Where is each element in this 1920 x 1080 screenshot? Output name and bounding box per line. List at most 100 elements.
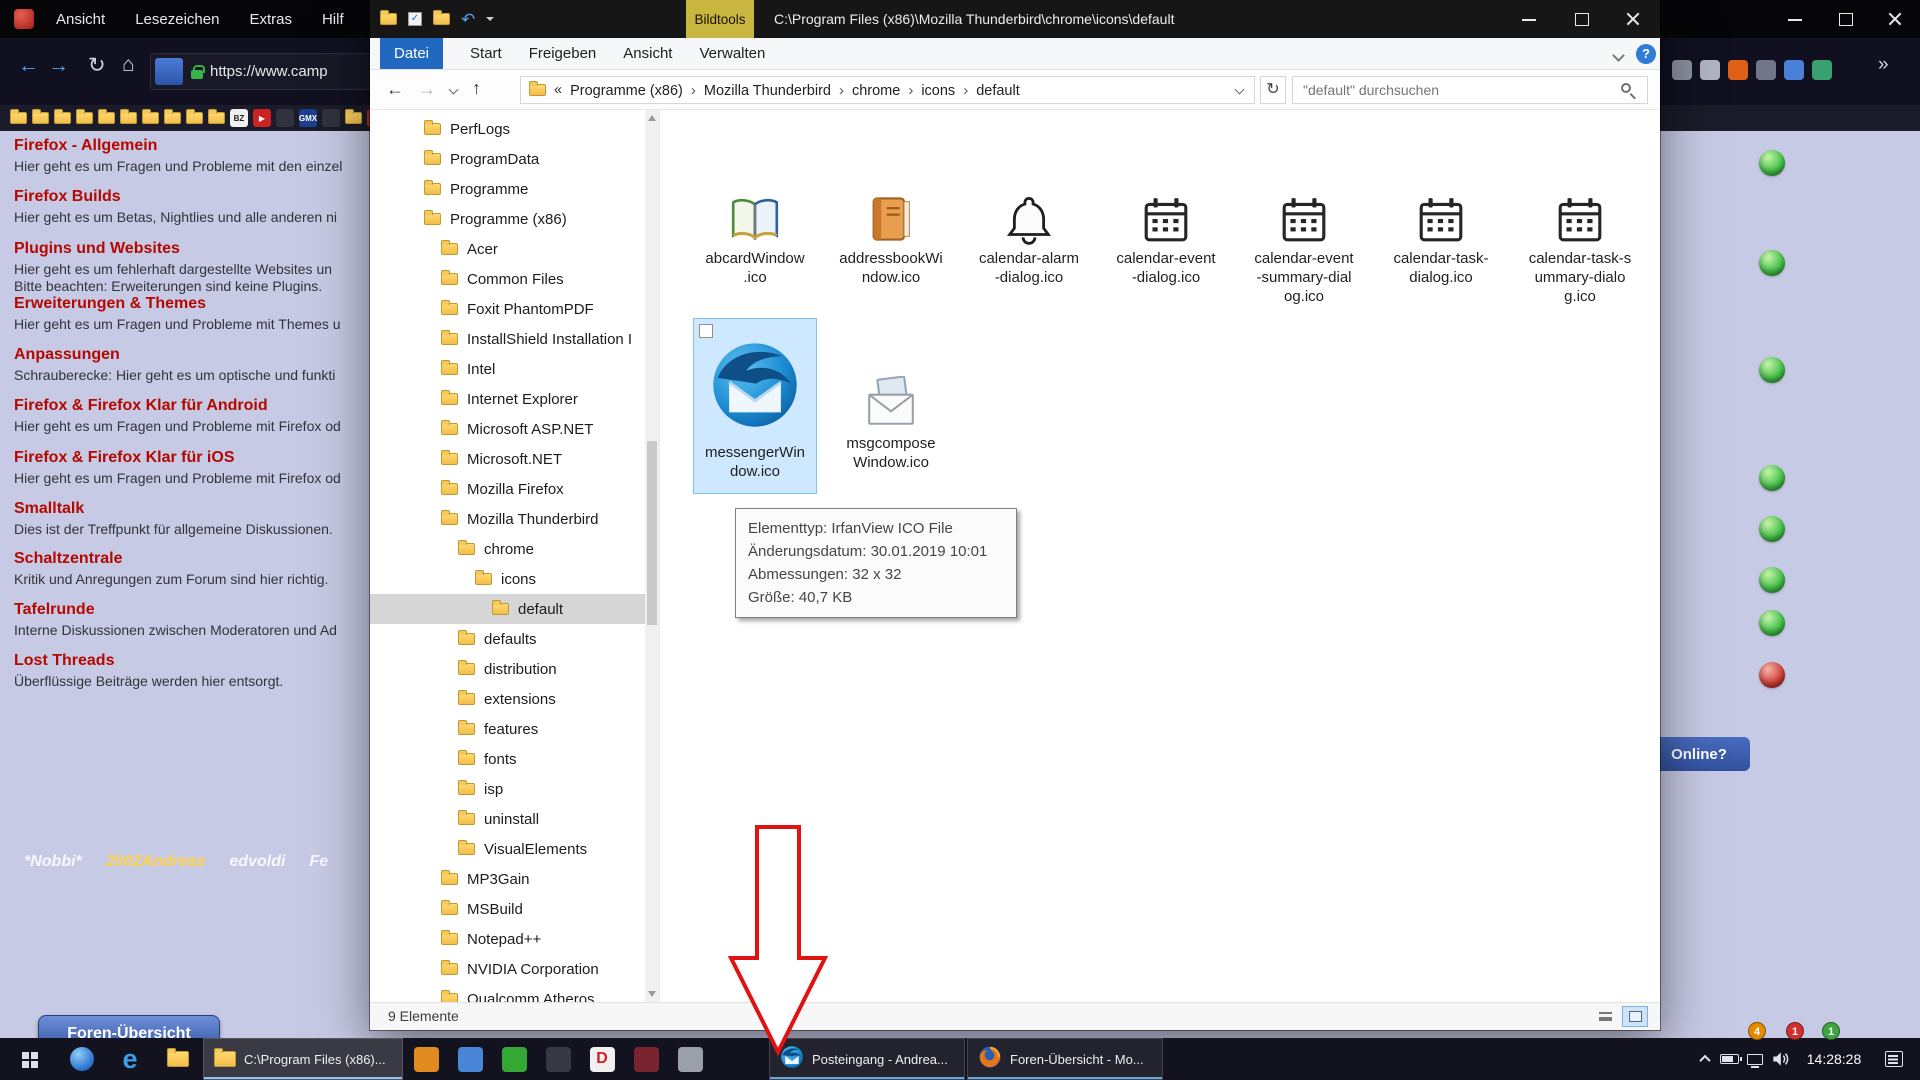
browser-address-bar[interactable]: https://www.camp [150, 53, 382, 90]
menu-item-hilf[interactable]: Hilf [322, 11, 344, 28]
battery-icon[interactable] [1717, 1038, 1742, 1080]
tree-item-programme-x86[interactable]: Programme (x86) [370, 204, 646, 234]
scroll-up-icon[interactable] [648, 115, 656, 121]
taskbar-app-button[interactable]: D [580, 1038, 624, 1080]
taskbar-task-folder[interactable]: C:\Program Files (x86)... [203, 1038, 403, 1080]
ribbon-tab-datei[interactable]: Datei [380, 38, 443, 69]
breadcrumb-overflow[interactable]: « [554, 82, 562, 98]
home-icon[interactable]: ⌂ [122, 54, 135, 75]
taskbar-app-button[interactable] [448, 1038, 492, 1080]
tree-item-qualcomm-atheros[interactable]: Qualcomm Atheros [370, 984, 646, 1002]
file-messengerwindow-ico[interactable]: messengerWindow.ico [693, 318, 817, 494]
menu-item-ansicht[interactable]: Ansicht [56, 11, 105, 28]
breadcrumb-item-programme-x86[interactable]: Programme (x86) [570, 83, 683, 99]
file-calendar-task-dialog-ico[interactable]: calendar-task-dialog.ico [1379, 183, 1503, 287]
restore-icon[interactable] [1820, 0, 1870, 38]
minimize-icon[interactable] [1504, 0, 1556, 38]
minimize-icon[interactable] [1770, 0, 1820, 38]
taskbar-task-firefox[interactable]: Foren-Übersicht - Mo... [967, 1038, 1163, 1080]
tree-item-visualelements[interactable]: VisualElements [370, 834, 646, 864]
properties-icon[interactable]: ✓ [408, 12, 422, 26]
forward-icon[interactable]: → [418, 78, 436, 100]
qat-dropdown-icon[interactable] [486, 17, 494, 21]
online-column-header[interactable]: Online? [1648, 737, 1750, 771]
scrollbar-thumb[interactable] [647, 441, 657, 625]
breadcrumb-item-mozilla-thunderbird[interactable]: Mozilla Thunderbird [704, 83, 831, 99]
search-box[interactable] [1292, 76, 1648, 104]
taskbar-app-button[interactable] [404, 1038, 448, 1080]
bookmark-folder-icon[interactable] [345, 112, 362, 124]
tree-item-features[interactable]: features [370, 714, 646, 744]
tree-item-acer[interactable]: Acer [370, 234, 646, 264]
bookmark-folder-icon[interactable] [186, 112, 203, 124]
tree-item-mp3gain[interactable]: MP3Gain [370, 864, 646, 894]
tree-item-fonts[interactable]: fonts [370, 744, 646, 774]
bookmark-icon[interactable] [276, 109, 294, 127]
tree-item-icons[interactable]: icons [370, 564, 646, 594]
toolbar-ext-icon[interactable] [1784, 60, 1804, 80]
tree-item-defaults[interactable]: defaults [370, 624, 646, 654]
back-icon[interactable]: ← [18, 55, 39, 76]
new-folder-icon[interactable] [433, 13, 450, 25]
tree-item-mozilla-firefox[interactable]: Mozilla Firefox [370, 474, 646, 504]
bookmark-folder-icon[interactable] [10, 112, 27, 124]
tree-item-installshield-installation-i[interactable]: InstallShield Installation I [370, 324, 646, 354]
bookmark-icon[interactable] [322, 109, 340, 127]
forward-icon[interactable]: → [48, 55, 69, 76]
folder-icon[interactable] [380, 13, 397, 25]
tree-item-microsoft-asp-net[interactable]: Microsoft ASP.NET [370, 414, 646, 444]
action-center-icon[interactable] [1876, 1038, 1912, 1080]
ribbon-tab-start[interactable]: Start [470, 38, 502, 69]
thumbnail-view-icon[interactable] [1622, 1006, 1648, 1027]
tree-item-common-files[interactable]: Common Files [370, 264, 646, 294]
file-msgcomposewindow-ico[interactable]: msgcomposeWindow.ico [829, 318, 953, 472]
toolbar-ext-icon[interactable] [1812, 60, 1832, 80]
item-checkbox[interactable] [699, 324, 713, 338]
bookmark-folder-icon[interactable] [164, 112, 181, 124]
tree-item-perflogs[interactable]: PerfLogs [370, 114, 646, 144]
bookmark-icon[interactable]: BZ [230, 109, 248, 127]
tree-item-programme[interactable]: Programme [370, 174, 646, 204]
tree-scrollbar[interactable] [645, 110, 659, 1002]
tree-item-uninstall[interactable]: uninstall [370, 804, 646, 834]
bookmark-folder-icon[interactable] [142, 112, 159, 124]
file-calendar-alarm-dialog-ico[interactable]: calendar-alarm-dialog.ico [967, 183, 1091, 287]
tree-item-microsoft-net[interactable]: Microsoft.NET [370, 444, 646, 474]
picture-tools-tab[interactable]: Bildtools [686, 0, 754, 38]
sphere-launcher[interactable] [58, 1038, 106, 1080]
bookmark-folder-icon[interactable] [208, 112, 225, 124]
tree-item-default[interactable]: default [370, 594, 646, 624]
toolbar-ext-icon[interactable] [1672, 60, 1692, 80]
edge-launcher[interactable]: e [106, 1038, 154, 1080]
tree-item-notepad[interactable]: Notepad++ [370, 924, 646, 954]
bookmark-icon[interactable]: ▶ [253, 109, 271, 127]
file-calendar-event-summary-dialog-ico[interactable]: calendar-event-summary-dialog.ico [1242, 183, 1366, 306]
tree-item-extensions[interactable]: extensions [370, 684, 646, 714]
bookmark-folder-icon[interactable] [120, 112, 137, 124]
taskbar-app-button[interactable] [492, 1038, 536, 1080]
bookmark-folder-icon[interactable] [54, 112, 71, 124]
back-icon[interactable]: ← [386, 78, 404, 100]
close-icon[interactable] [1608, 0, 1660, 38]
taskbar-clock[interactable]: 14:28:28 [1792, 1051, 1876, 1067]
overflow-chevron-icon[interactable]: » [1878, 54, 1889, 76]
taskbar-app-button[interactable] [668, 1038, 712, 1080]
menu-item-lesezeichen[interactable]: Lesezeichen [135, 11, 219, 28]
toolbar-ext-icon[interactable] [1700, 60, 1720, 80]
ribbon-tab-freigeben[interactable]: Freigeben [529, 38, 597, 69]
tree-item-isp[interactable]: isp [370, 774, 646, 804]
start-button[interactable] [0, 1038, 58, 1080]
network-icon[interactable] [1742, 1038, 1767, 1080]
speaker-icon[interactable] [1767, 1038, 1792, 1080]
breadcrumb-item-default[interactable]: default [976, 83, 1020, 99]
up-icon[interactable]: ↑ [472, 77, 481, 99]
tree-item-distribution[interactable]: distribution [370, 654, 646, 684]
bookmark-icon[interactable]: GMX [299, 109, 317, 127]
breadcrumb-item-chrome[interactable]: chrome [852, 83, 900, 99]
maximize-icon[interactable] [1556, 0, 1608, 38]
tree-item-chrome[interactable]: chrome [370, 534, 646, 564]
bookmark-folder-icon[interactable] [76, 112, 93, 124]
tree-item-programdata[interactable]: ProgramData [370, 144, 646, 174]
tree-item-internet-explorer[interactable]: Internet Explorer [370, 384, 646, 414]
ribbon-tab-ansicht[interactable]: Ansicht [623, 38, 672, 69]
